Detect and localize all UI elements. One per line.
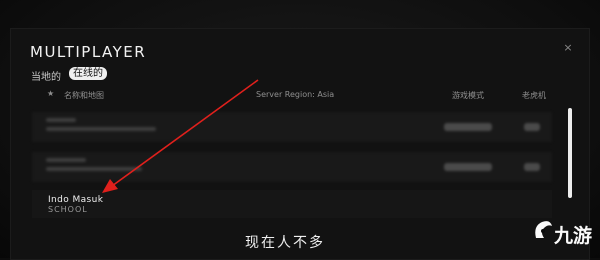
arrow-head	[102, 179, 118, 193]
caption-text: 现在人不多	[245, 235, 325, 251]
red-arrow-annotation	[102, 79, 259, 193]
arrow-line	[111, 79, 259, 187]
logo-dot	[541, 229, 545, 233]
watermark-text: 九游	[554, 225, 593, 247]
